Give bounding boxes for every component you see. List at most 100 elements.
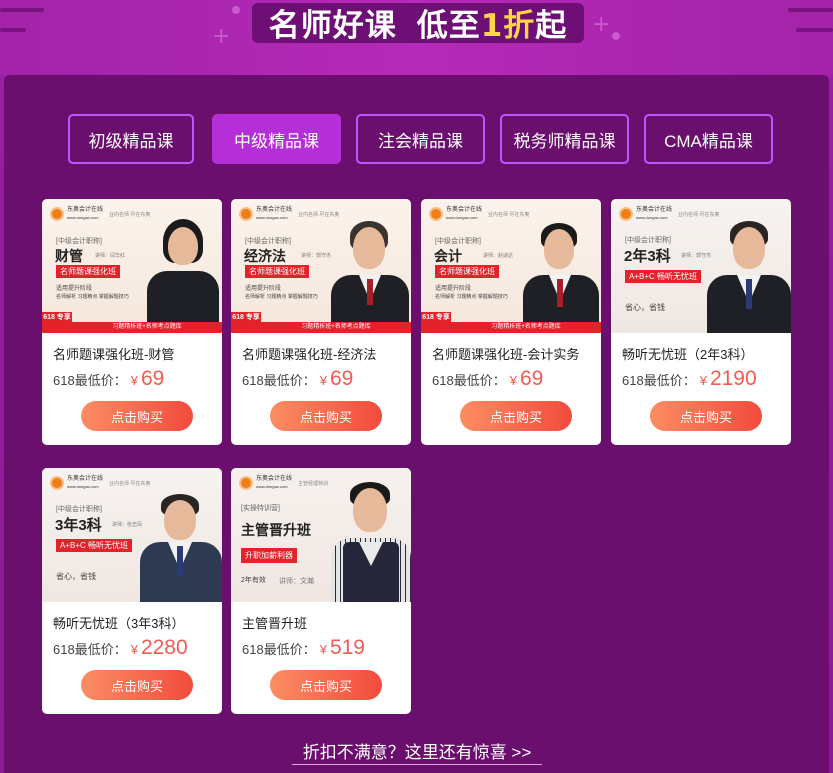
- course-card[interactable]: 东奥会计在线 www.dongao.com 主管经理特训 [实操特训营] 主管晋升…: [231, 468, 411, 714]
- course-image[interactable]: 东奥会计在线 www.dongao.com 主管经理特训 [实操特训营] 主管晋升…: [231, 468, 411, 602]
- buy-button[interactable]: 点击购买: [270, 670, 382, 700]
- course-title[interactable]: 主管晋升班: [242, 613, 307, 632]
- price-label: 618最低价：: [53, 642, 127, 657]
- course-card[interactable]: 东奥会计在线 www.dongao.com 业内名师 尽在东奥 [中级会计职称] …: [611, 199, 791, 445]
- brand-logo: 东奥会计在线 www.dongao.com 业内名师 尽在东奥: [50, 207, 150, 221]
- course-image[interactable]: 东奥会计在线 www.dongao.com 业内名师 尽在东奥 [中级会计职称] …: [421, 199, 601, 333]
- brand-logo: 东奥会计在线 www.dongao.com 业内名师 尽在东奥: [239, 207, 339, 221]
- tab-label: 初级精品课: [88, 131, 174, 151]
- subject-name: 主管晋升班: [241, 522, 311, 538]
- buy-button[interactable]: 点击购买: [81, 670, 193, 700]
- decor-dot: [612, 32, 620, 40]
- title-part1: 名师好课: [268, 7, 397, 44]
- currency-symbol: ¥: [130, 373, 138, 388]
- decor-line: [796, 28, 833, 32]
- price-label: 618最低价：: [53, 373, 127, 388]
- link-underline: [292, 764, 542, 765]
- currency-symbol: ¥: [509, 373, 517, 388]
- course-card[interactable]: 东奥会计在线 www.dongao.com 业内名师 尽在东奥 [中级会计职称] …: [42, 468, 222, 714]
- dongao-logo-icon: [619, 207, 633, 221]
- stage-text: 省心，省钱: [56, 572, 96, 581]
- category-tag: [中级会计职称]: [56, 506, 102, 513]
- lecturer-name: 讲师：闫华红: [95, 253, 126, 259]
- badge-618: 618 专享: [231, 312, 261, 333]
- badge-618: 618 专享: [421, 312, 451, 333]
- brand-logo: 东奥会计在线 www.dongao.com 业内名师 尽在东奥: [50, 476, 150, 490]
- category-tag: [中级会计职称]: [435, 238, 481, 245]
- currency-symbol: ¥: [130, 642, 138, 657]
- tab-label: CMA精品课: [664, 131, 753, 151]
- buy-button[interactable]: 点击购买: [270, 401, 382, 431]
- course-title[interactable]: 名师题课强化班-会计实务: [432, 344, 579, 363]
- lecturer-name: 讲师：文瀚: [279, 578, 314, 585]
- decor-plus: +: [592, 12, 611, 37]
- subject-name: 3年3科: [55, 517, 102, 534]
- price-label: 618最低价：: [622, 373, 696, 388]
- course-image[interactable]: 东奥会计在线 www.dongao.com 业内名师 尽在东奥 [中级会计职称] …: [42, 199, 222, 333]
- price-row: 618最低价： ¥ 2190: [622, 367, 757, 391]
- stage-text: 适用提升阶段: [435, 286, 472, 292]
- stage-text: 适用提升阶段: [245, 286, 282, 292]
- course-card[interactable]: 东奥会计在线 www.dongao.com 业内名师 尽在东奥 [中级会计职称] …: [42, 199, 222, 445]
- price-value: 69: [519, 367, 544, 390]
- stage-text: 省心，省钱: [625, 303, 665, 312]
- course-image[interactable]: 东奥会计在线 www.dongao.com 业内名师 尽在东奥 [中级会计职称] …: [611, 199, 791, 333]
- decor-line: [788, 8, 833, 12]
- validity-text: 2年有效: [241, 577, 266, 584]
- subject-name: 经济法: [244, 248, 286, 264]
- course-title[interactable]: 名师题课强化班-经济法: [242, 344, 376, 363]
- title-part2: 低至: [416, 7, 481, 44]
- lecturer-name: 讲师：张志凤: [112, 522, 143, 528]
- currency-symbol: ¥: [319, 373, 327, 388]
- tab-intermediate[interactable]: 中级精品课: [212, 114, 341, 164]
- buy-button[interactable]: 点击购买: [460, 401, 572, 431]
- price-label: 618最低价：: [432, 373, 506, 388]
- buy-button[interactable]: 点击购买: [81, 401, 193, 431]
- feature-text: 名师解析 习题精点 掌握解题技巧: [245, 294, 318, 300]
- tab-cpa[interactable]: 注会精品课: [356, 114, 485, 164]
- tab-label: 注会精品课: [378, 131, 463, 151]
- tab-junior[interactable]: 初级精品课: [68, 114, 194, 164]
- course-image[interactable]: 东奥会计在线 www.dongao.com 业内名师 尽在东奥 [中级会计职称] …: [231, 199, 411, 333]
- lecturer-name: 讲师：郭守杰: [681, 253, 712, 259]
- decor-dot: [232, 6, 240, 14]
- brand-logo: 东奥会计在线 www.dongao.com 业内名师 尽在东奥: [429, 207, 529, 221]
- category-tag: [中级会计职称]: [625, 237, 671, 244]
- price-value: 69: [329, 367, 354, 390]
- price-value: 519: [329, 636, 365, 659]
- class-label: A+B+C 畅听无忧班: [625, 270, 702, 283]
- promo-strip: 习题精析班+名师考点题库: [451, 322, 601, 333]
- subject-name: 会计: [434, 248, 462, 264]
- category-tag: [中级会计职称]: [245, 238, 291, 245]
- course-image[interactable]: 东奥会计在线 www.dongao.com 业内名师 尽在东奥 [中级会计职称] …: [42, 468, 222, 602]
- class-label: A+B+C 畅听无忧班: [56, 539, 133, 552]
- badge-618: 618 专享: [42, 312, 72, 333]
- dongao-logo-icon: [239, 476, 253, 490]
- dongao-logo-icon: [239, 207, 253, 221]
- price-value: 69: [140, 367, 165, 390]
- buy-button[interactable]: 点击购买: [650, 401, 762, 431]
- price-value: 2190: [709, 367, 757, 390]
- course-card[interactable]: 东奥会计在线 www.dongao.com 业内名师 尽在东奥 [中级会计职称] …: [231, 199, 411, 445]
- course-card[interactable]: 东奥会计在线 www.dongao.com 业内名师 尽在东奥 [中级会计职称] …: [421, 199, 601, 445]
- dongao-logo-icon: [50, 207, 64, 221]
- course-title[interactable]: 畅听无忧班（3年3科）: [53, 613, 184, 632]
- currency-symbol: ¥: [699, 373, 707, 388]
- tab-tax-agent[interactable]: 税务师精品课: [500, 114, 629, 164]
- decor-line: [0, 28, 26, 32]
- decor-line: [0, 8, 44, 12]
- more-deals-link[interactable]: 折扣不满意？这里还有惊喜 >>: [292, 737, 542, 763]
- course-title[interactable]: 名师题课强化班-财管: [53, 344, 174, 363]
- title-part3: 起: [535, 7, 568, 44]
- price-label: 618最低价：: [242, 642, 316, 657]
- price-label: 618最低价：: [242, 373, 316, 388]
- dongao-logo-icon: [50, 476, 64, 490]
- price-row: 618最低价： ¥ 519: [242, 636, 365, 660]
- course-title[interactable]: 畅听无忧班（2年3科）: [622, 344, 753, 363]
- class-label: 名师题课强化班: [435, 265, 499, 278]
- page-title: 名师好课 低至 1折 起: [252, 2, 584, 44]
- stage-text: 适用提升阶段: [56, 286, 93, 292]
- class-label: 升职加薪利器: [241, 548, 297, 563]
- tab-cma[interactable]: CMA精品课: [644, 114, 773, 164]
- promo-strip: 习题精析班+名师考点题库: [72, 322, 222, 333]
